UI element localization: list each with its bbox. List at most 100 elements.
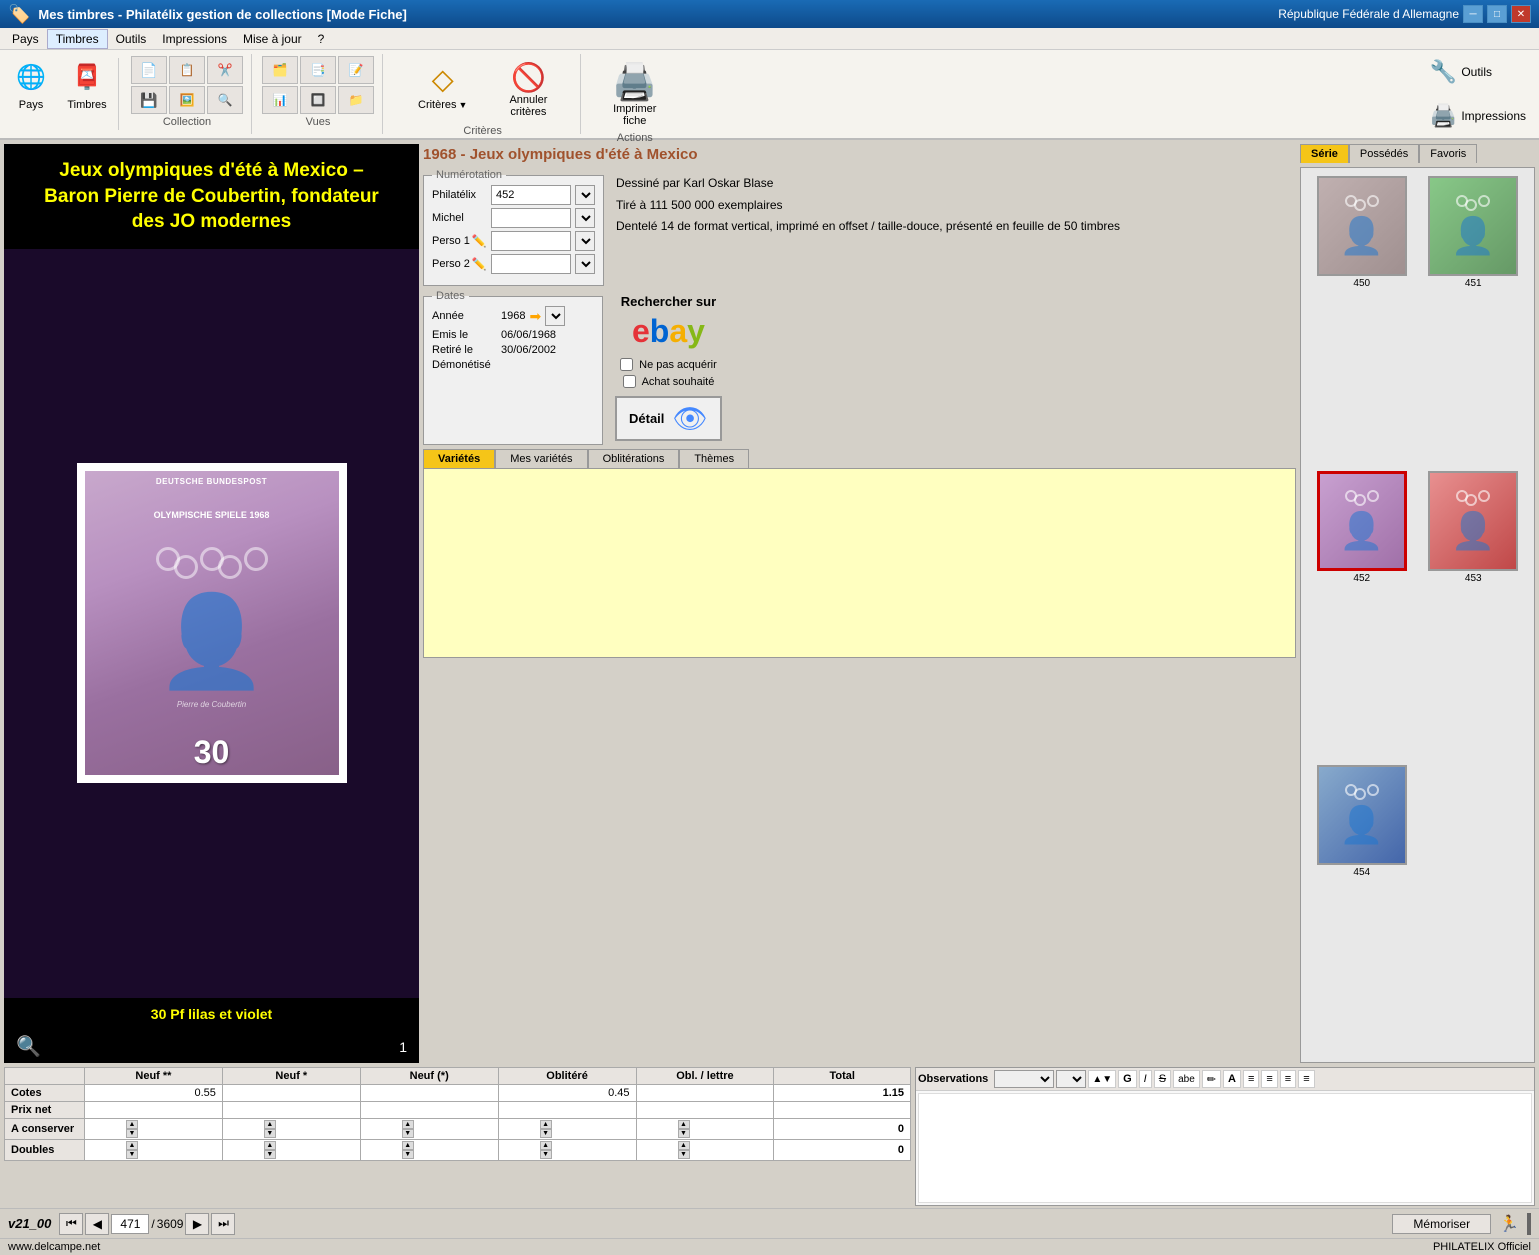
obs-justify-btn[interactable]: ≡ xyxy=(1298,1070,1314,1088)
spin-up-d2[interactable]: ▲ xyxy=(264,1141,276,1150)
runner-icon[interactable]: 🏃 xyxy=(1499,1214,1519,1234)
obs-strike-btn[interactable]: S xyxy=(1154,1070,1171,1088)
vues-btn-5[interactable]: 🔲 xyxy=(300,86,336,114)
toolbar-timbres-button[interactable]: 📮 Timbres xyxy=(60,54,114,134)
spin-up-1[interactable]: ▲ xyxy=(126,1120,138,1129)
achat-checkbox[interactable] xyxy=(623,375,636,388)
aconserver-neuf2-input[interactable] xyxy=(86,1123,126,1135)
toolbar-outils-button[interactable]: 🔧 Outils xyxy=(1421,54,1535,90)
vues-btn-6[interactable]: 📁 xyxy=(338,86,374,114)
collection-btn-2[interactable]: 💾 xyxy=(131,86,167,114)
vues-btn-1[interactable]: 🗂️ xyxy=(262,56,298,84)
perso1-input[interactable] xyxy=(491,231,571,251)
obs-content-area[interactable] xyxy=(918,1093,1532,1203)
spin-up-d1[interactable]: ▲ xyxy=(126,1141,138,1150)
thumb-img-452[interactable]: 👤 xyxy=(1317,471,1407,571)
ebay-logo[interactable]: ebay xyxy=(632,313,705,350)
prixnet-neuf1-input[interactable] xyxy=(224,1104,359,1116)
doubles-neuf2-input[interactable] xyxy=(86,1144,126,1156)
detail-button[interactable]: Détail 👁 xyxy=(615,396,722,441)
perso2-dropdown[interactable]: ▼ xyxy=(575,254,595,274)
menu-impressions[interactable]: Impressions xyxy=(154,30,235,48)
spin-up-2[interactable]: ▲ xyxy=(264,1120,276,1129)
nav-first-button[interactable]: ⏮ xyxy=(59,1213,83,1235)
michel-input[interactable] xyxy=(491,208,571,228)
criteres-button[interactable]: ⬦ Critères ▼ xyxy=(401,56,484,123)
obs-font-select[interactable] xyxy=(994,1070,1054,1088)
annuler-criteres-button[interactable]: 🚫 Annuler critères xyxy=(492,56,564,123)
thumb-img-453[interactable]: 👤 xyxy=(1428,471,1518,571)
perso2-input[interactable] xyxy=(491,254,571,274)
obs-abe-btn[interactable]: abe xyxy=(1173,1070,1200,1088)
spin-up-d4[interactable]: ▲ xyxy=(540,1141,552,1150)
spin-down-2[interactable]: ▼ xyxy=(264,1129,276,1138)
imprimer-button[interactable]: 🖨️ Imprimer fiche xyxy=(599,56,670,132)
philatelix-input[interactable] xyxy=(491,185,571,205)
doubles-neuf0-input[interactable] xyxy=(362,1144,402,1156)
philatelix-dropdown[interactable]: ▼ xyxy=(575,185,595,205)
obs-spin-btn[interactable]: ▲▼ xyxy=(1088,1070,1116,1088)
spin-down-d4[interactable]: ▼ xyxy=(540,1150,552,1159)
memoriser-button[interactable]: Mémoriser xyxy=(1392,1214,1491,1234)
zoom-icon[interactable]: 🔍 xyxy=(16,1034,41,1059)
vues-btn-2[interactable]: 📊 xyxy=(262,86,298,114)
spin-down-d1[interactable]: ▼ xyxy=(126,1150,138,1159)
michel-dropdown[interactable]: ▼ xyxy=(575,208,595,228)
spin-down-d5[interactable]: ▼ xyxy=(678,1150,690,1159)
obs-size-select[interactable] xyxy=(1056,1070,1086,1088)
prixnet-oblitere-input[interactable] xyxy=(500,1104,635,1116)
doubles-obl-lettre-input[interactable] xyxy=(638,1144,678,1156)
toolbar-impressions-button[interactable]: 🖨️ Impressions xyxy=(1421,98,1535,134)
doubles-neuf1-input[interactable] xyxy=(224,1144,264,1156)
spin-down-4[interactable]: ▼ xyxy=(540,1129,552,1138)
menu-help[interactable]: ? xyxy=(310,30,333,48)
menu-timbres[interactable]: Timbres xyxy=(47,29,108,49)
prixnet-neuf2-input[interactable] xyxy=(86,1104,221,1116)
collection-btn-3[interactable]: 📋 xyxy=(169,56,205,84)
menu-pays[interactable]: Pays xyxy=(4,30,47,48)
prixnet-total-input[interactable] xyxy=(775,1104,909,1116)
prixnet-obl-lettre-input[interactable] xyxy=(638,1104,773,1116)
spin-down-5[interactable]: ▼ xyxy=(678,1129,690,1138)
aconserver-obl-input[interactable] xyxy=(500,1123,540,1135)
aconserver-neuf0-input[interactable] xyxy=(362,1123,402,1135)
menu-miseajour[interactable]: Mise à jour xyxy=(235,30,310,48)
thumb-img-451[interactable]: 👤 xyxy=(1428,176,1518,276)
right-tab-possedes[interactable]: Possédés xyxy=(1349,144,1419,163)
minimize-button[interactable]: ─ xyxy=(1463,5,1483,23)
spin-down-1[interactable]: ▼ xyxy=(126,1129,138,1138)
nav-prev-button[interactable]: ◀ xyxy=(85,1213,109,1235)
annee-dropdown[interactable]: ▼ xyxy=(545,306,565,326)
ne-pas-checkbox[interactable] xyxy=(620,358,633,371)
collection-btn-5[interactable]: 🖼️ xyxy=(169,86,205,114)
tab-themes[interactable]: Thèmes xyxy=(679,449,749,468)
obs-italic-btn[interactable]: I xyxy=(1139,1070,1152,1088)
aconserver-obl-lettre-input[interactable] xyxy=(638,1123,678,1135)
nav-last-button[interactable]: ⏭ xyxy=(211,1213,235,1235)
vues-btn-4[interactable]: 📝 xyxy=(338,56,374,84)
obs-a-btn[interactable]: A xyxy=(1223,1070,1241,1088)
maximize-button[interactable]: □ xyxy=(1487,5,1507,23)
perso1-dropdown[interactable]: ▼ xyxy=(575,231,595,251)
right-tab-serie[interactable]: Série xyxy=(1300,144,1349,163)
tab-mes-varietes[interactable]: Mes variétés xyxy=(495,449,587,468)
spin-down-d2[interactable]: ▼ xyxy=(264,1150,276,1159)
doubles-obl-input[interactable] xyxy=(500,1144,540,1156)
close-button[interactable]: ✕ xyxy=(1511,5,1531,23)
collection-btn-1[interactable]: 📄 xyxy=(131,56,167,84)
obs-pen-btn[interactable]: ✏ xyxy=(1202,1070,1221,1088)
nav-next-button[interactable]: ▶ xyxy=(185,1213,209,1235)
tab-varietes[interactable]: Variétés xyxy=(423,449,495,468)
collection-btn-6[interactable]: 🔍 xyxy=(207,86,243,114)
prixnet-neuf0-input[interactable] xyxy=(362,1104,497,1116)
spin-down-d3[interactable]: ▼ xyxy=(402,1150,414,1159)
obs-bold-btn[interactable]: G xyxy=(1118,1070,1137,1088)
spin-down-3[interactable]: ▼ xyxy=(402,1129,414,1138)
toolbar-pays-button[interactable]: 🌐 Pays xyxy=(4,54,58,134)
obs-align-right-btn[interactable]: ≡ xyxy=(1280,1070,1296,1088)
tab-obliterations[interactable]: Oblitérations xyxy=(588,449,680,468)
spin-up-5[interactable]: ▲ xyxy=(678,1120,690,1129)
spin-up-3[interactable]: ▲ xyxy=(402,1120,414,1129)
thumb-img-450[interactable]: 👤 xyxy=(1317,176,1407,276)
spin-up-4[interactable]: ▲ xyxy=(540,1120,552,1129)
